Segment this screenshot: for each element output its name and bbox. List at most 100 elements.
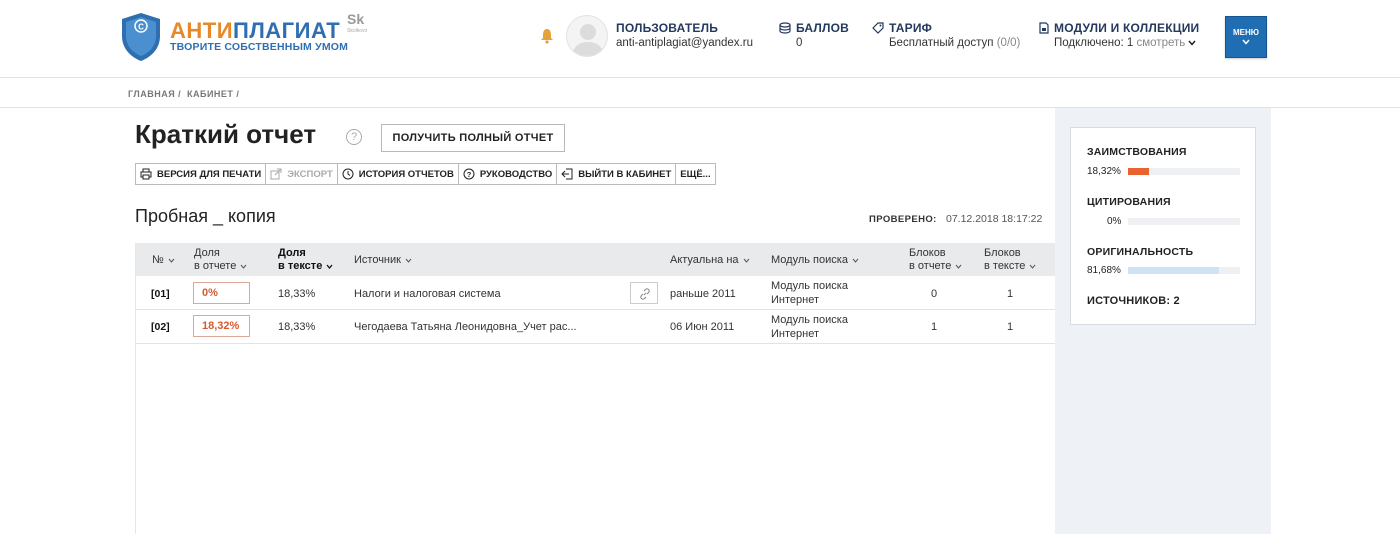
- column-header-share-report[interactable]: Доля в отчете: [194, 247, 247, 273]
- borrowing-label: ЗАИМСТВОВАНИЯ: [1087, 146, 1187, 158]
- column-header-share-report-line1: Доля: [194, 247, 220, 259]
- question-icon: ?: [463, 168, 475, 180]
- page-title: Краткий отчет: [135, 119, 317, 149]
- search-module-line2: Интернет: [771, 294, 819, 306]
- sources-count: ИСТОЧНИКОВ: 2: [1087, 295, 1180, 307]
- search-module-line1: Модуль поиска: [771, 314, 848, 326]
- chevron-down-icon: [326, 264, 333, 269]
- share-in-text: 18,33%: [278, 288, 316, 300]
- breadcrumb-home[interactable]: ГЛАВНАЯ /: [128, 89, 181, 99]
- source-link-button[interactable]: [630, 282, 658, 304]
- sources-label: ИСТОЧНИКОВ:: [1087, 295, 1171, 307]
- borrowing-bar: [1128, 168, 1240, 175]
- help-icon[interactable]: ?: [346, 129, 362, 145]
- column-header-actual-label: Актуальна на: [670, 254, 739, 266]
- originality-bar: [1128, 267, 1240, 274]
- menu-button-label: МЕНЮ: [1232, 28, 1260, 37]
- guide-button[interactable]: ? РУКОВОДСТВО: [459, 164, 558, 184]
- document-name: Пробная _ копия: [135, 206, 276, 226]
- sources-value: 2: [1173, 295, 1180, 307]
- export-icon: [270, 168, 282, 180]
- column-header-blocks-report[interactable]: Блоков в отчете: [909, 247, 962, 273]
- column-header-blocks-report-line2: в отчете: [909, 260, 952, 272]
- modules-dropdown[interactable]: Подключено: 1 смотреть: [1054, 37, 1197, 49]
- stats-card: ЗАИМСТВОВАНИЯ 18,32% ЦИТИРОВАНИЯ 0% ОРИГ…: [1070, 127, 1256, 325]
- user-silhouette-icon: [572, 24, 604, 56]
- blocks-in-report: 0: [931, 288, 938, 300]
- tariff-name: Бесплатный доступ: [889, 37, 994, 49]
- breadcrumb-cabinet[interactable]: КАБИНЕТ /: [187, 89, 239, 99]
- tariff-quota: (0/0): [996, 37, 1021, 49]
- source-name[interactable]: Чегодаева Татьяна Леонидовна_Учет рас...: [354, 321, 577, 333]
- blocks-in-report: 1: [931, 321, 938, 333]
- exit-to-cabinet-button[interactable]: ВЫЙТИ В КАБИНЕТ: [557, 164, 677, 184]
- actual-date: 06 Июн 2011: [670, 321, 735, 333]
- tariff-label: ТАРИФ: [889, 21, 933, 35]
- column-header-share-text-line2: в тексте: [278, 260, 323, 272]
- column-header-share-text-line1: Доля: [278, 247, 306, 259]
- chevron-down-icon: [1188, 40, 1197, 46]
- table-row[interactable]: [02] 18,32% 18,33% Чегодаева Татьяна Лео…: [136, 310, 1055, 344]
- get-full-report-button[interactable]: ПОЛУЧИТЬ ПОЛНЫЙ ОТЧЕТ: [381, 124, 565, 152]
- exit-to-cabinet-label: ВЫЙТИ В КАБИНЕТ: [578, 168, 672, 180]
- column-header-blocks-text[interactable]: Блоков в тексте: [984, 247, 1036, 273]
- menu-button[interactable]: МЕНЮ: [1225, 16, 1267, 58]
- share-in-text: 18,33%: [278, 321, 316, 333]
- print-version-button[interactable]: ВЕРСИЯ ДЛЯ ПЕЧАТИ: [136, 164, 267, 184]
- share-in-report-badge[interactable]: 18,32%: [193, 315, 250, 337]
- logo-part-plagiat: ПЛАГИАТ: [233, 18, 341, 43]
- row-number: [02]: [151, 321, 170, 333]
- blocks-in-text: 1: [1007, 288, 1014, 300]
- column-header-number-label: №: [152, 254, 164, 266]
- skolkovo-mark: Sk: [347, 11, 364, 27]
- row-number: [01]: [151, 288, 170, 300]
- more-button[interactable]: ЕЩЁ...: [676, 164, 714, 184]
- modules-connected: Подключено: 1: [1054, 37, 1134, 49]
- svg-text:C: C: [138, 23, 144, 32]
- tariff-value[interactable]: Бесплатный доступ (0/0): [889, 37, 1020, 49]
- export-button[interactable]: ЭКСПОРТ: [266, 164, 338, 184]
- shield-logo-icon[interactable]: C: [120, 12, 162, 62]
- originality-bar-fill: [1128, 267, 1220, 274]
- header: C АНТИПЛАГИАТ ТВОРИТЕ СОБСТВЕННЫМ УМОМ S…: [0, 0, 1400, 78]
- column-header-module-label: Модуль поиска: [771, 254, 848, 266]
- chevron-down-icon: [240, 264, 247, 269]
- chevron-down-icon: [168, 258, 175, 263]
- share-in-report-badge[interactable]: 0%: [193, 282, 250, 304]
- logo-tagline: ТВОРИТЕ СОБСТВЕННЫМ УМОМ: [170, 41, 349, 53]
- column-header-number[interactable]: №: [152, 254, 175, 267]
- source-name[interactable]: Налоги и налоговая система: [354, 288, 501, 300]
- chevron-down-icon: [1242, 39, 1250, 45]
- column-header-source[interactable]: Источник: [354, 254, 412, 267]
- checked-datetime: 07.12.2018 18:17:22: [946, 213, 1043, 225]
- column-header-source-label: Источник: [354, 254, 401, 266]
- modules-view-link[interactable]: смотреть: [1137, 37, 1186, 49]
- table-header: № Доля в отчете Доля в тексте Источник А…: [136, 243, 1055, 276]
- user-email[interactable]: anti-antiplagiat@yandex.ru: [616, 37, 753, 49]
- search-module: Модуль поиска Интернет: [771, 279, 848, 307]
- clock-icon: [342, 168, 354, 180]
- chevron-down-icon: [1030, 264, 1036, 269]
- search-module: Модуль поиска Интернет: [771, 313, 848, 341]
- skolkovo-logo-icon: Sk Skolkovo: [347, 11, 368, 34]
- borrowing-bar-fill: [1128, 168, 1149, 175]
- report-history-button[interactable]: ИСТОРИЯ ОТЧЕТОВ: [338, 164, 459, 184]
- user-label: ПОЛЬЗОВАТЕЛЬ: [616, 21, 719, 35]
- table-row[interactable]: [01] 0% 18,33% Налоги и налоговая систем…: [136, 276, 1055, 310]
- column-header-share-report-line2: в отчете: [194, 260, 237, 272]
- coins-icon: [779, 22, 791, 34]
- citation-value: 0%: [1107, 216, 1122, 227]
- breadcrumb: ГЛАВНАЯ / КАБИНЕТ /: [0, 79, 1400, 108]
- citation-bar: [1128, 218, 1240, 225]
- actual-date: раньше 2011: [670, 288, 736, 300]
- column-header-blocks-report-line1: Блоков: [909, 247, 946, 259]
- column-header-share-text[interactable]: Доля в тексте: [278, 247, 333, 273]
- points-label: БАЛЛОВ: [796, 21, 850, 35]
- printer-icon: [140, 168, 152, 180]
- column-header-module[interactable]: Модуль поиска: [771, 254, 859, 267]
- avatar[interactable]: [566, 15, 608, 57]
- search-module-line2: Интернет: [771, 328, 819, 340]
- exit-icon: [561, 168, 573, 180]
- column-header-actual[interactable]: Актуальна на: [670, 254, 750, 267]
- bell-icon[interactable]: [540, 28, 554, 44]
